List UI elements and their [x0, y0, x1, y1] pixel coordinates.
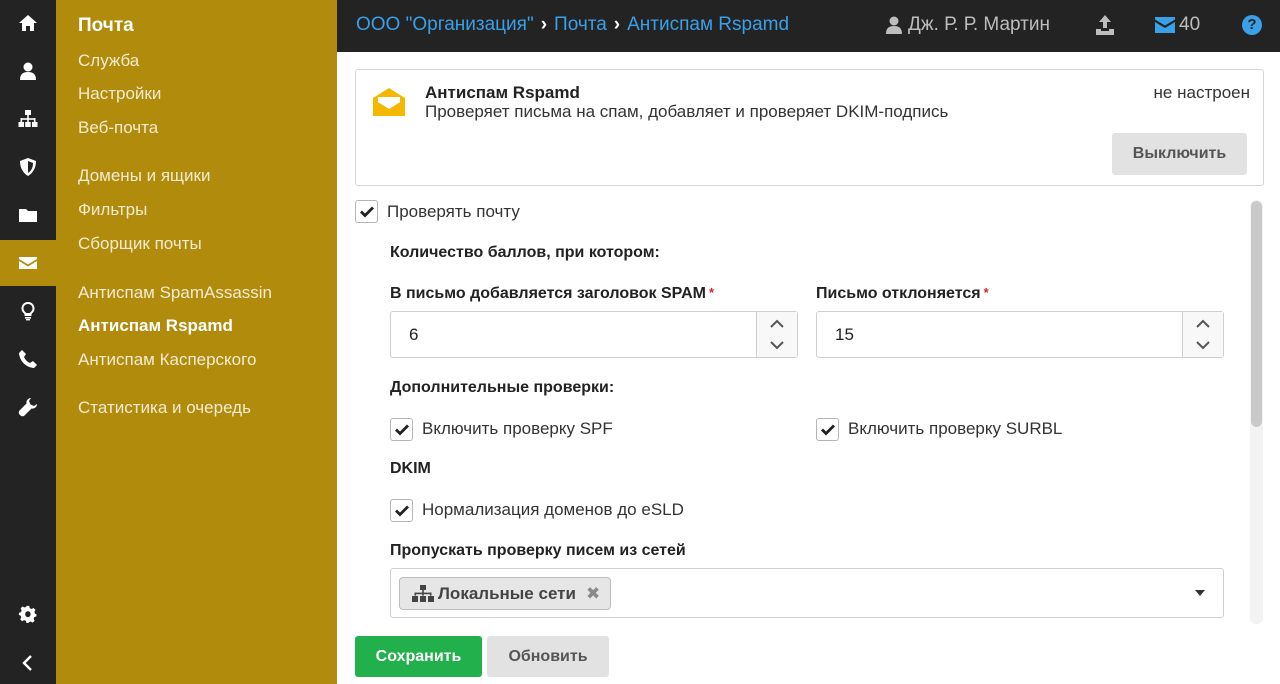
top-header: ООО "Организация" › Почта › Антиспам Rspamd … — [337, 0, 1280, 52]
module-description: Проверяет письма на спам, добавляет и пр… — [425, 102, 949, 121]
skip-networks-select[interactable]: Локальные сети ✖ — [390, 568, 1224, 618]
surbl-checkbox[interactable] — [816, 418, 839, 441]
breadcrumb-separator: › — [613, 14, 621, 35]
submenu-item-collector[interactable]: Сборщик почты — [78, 234, 202, 254]
check-mail-checkbox[interactable] — [355, 200, 378, 223]
rail-ideas[interactable] — [0, 288, 56, 334]
spam-header-label: В письмо добавляется заголовок SPAM * — [390, 285, 715, 302]
help-button[interactable]: ? — [1242, 15, 1262, 35]
user-icon — [20, 62, 36, 80]
rail-structure[interactable] — [0, 96, 56, 142]
network-tag-label: Локальные сети — [438, 583, 576, 603]
home-icon — [19, 15, 37, 31]
folder-icon — [19, 209, 37, 222]
reject-value: 15 — [835, 325, 854, 344]
dkim-heading: DKIM — [390, 460, 431, 477]
dropdown-caret-icon[interactable] — [1195, 590, 1205, 596]
submenu-item-filters[interactable]: Фильтры — [78, 200, 147, 220]
shield-icon — [20, 158, 36, 176]
submenu-item-settings[interactable]: Настройки — [78, 84, 161, 104]
spf-label[interactable]: Включить проверку SPF — [422, 419, 613, 439]
user-name: Дж. Р. Р. Мартин — [908, 14, 1050, 35]
save-button[interactable]: Сохранить — [355, 636, 482, 677]
rail-home[interactable] — [0, 0, 56, 46]
spf-checkbox[interactable] — [390, 418, 413, 441]
check-mail-label[interactable]: Проверять почту — [387, 202, 520, 222]
upload-icon — [1096, 15, 1114, 35]
wrench-icon — [18, 398, 37, 417]
rail-tools[interactable] — [0, 384, 56, 430]
mail-counter[interactable]: 40 — [1155, 14, 1200, 36]
spam-header-input[interactable]: 6 — [390, 311, 798, 358]
mail-submenu: Почта Служба Настройки Веб-почта Домены … — [56, 0, 337, 684]
submenu-item-domains[interactable]: Домены и ящики — [78, 166, 210, 186]
reject-input[interactable]: 15 — [816, 311, 1224, 358]
checkmark-icon — [360, 206, 374, 218]
breadcrumb-separator: › — [540, 14, 548, 35]
chevron-down-icon[interactable] — [1196, 340, 1210, 350]
submenu-item-webmail[interactable]: Веб-почта — [78, 118, 158, 138]
scrollbar-thumb[interactable] — [1251, 201, 1262, 427]
chevron-left-icon — [22, 655, 32, 671]
submenu-item-kaspersky[interactable]: Антиспам Касперского — [78, 350, 256, 370]
checkmark-icon — [395, 505, 409, 517]
open-envelope-icon — [373, 88, 405, 116]
reject-label: Письмо отклоняется * — [816, 285, 989, 302]
submenu-item-statistics[interactable]: Статистика и очередь — [78, 398, 251, 418]
rail-users[interactable] — [0, 48, 56, 94]
breadcrumb-rspamd[interactable]: Антиспам Rspamd — [627, 14, 789, 35]
upload-button[interactable] — [1094, 14, 1116, 36]
surbl-label[interactable]: Включить проверку SURBL — [848, 419, 1062, 439]
breadcrumb: ООО "Организация" › Почта › Антиспам Rspamd — [356, 14, 789, 36]
reject-stepper[interactable] — [1182, 312, 1223, 357]
remove-tag-icon[interactable]: ✖ — [586, 584, 600, 604]
submenu-item-rspamd[interactable]: Антиспам Rspamd — [78, 316, 233, 336]
mail-count: 40 — [1179, 14, 1201, 35]
esld-label[interactable]: Нормализация доменов до eSLD — [422, 500, 684, 520]
user-menu[interactable]: Дж. Р. Р. Мартин — [884, 14, 1050, 36]
breadcrumb-mail[interactable]: Почта — [554, 14, 607, 35]
submenu-item-spamassassin[interactable]: Антиспам SpamAssassin — [78, 283, 272, 303]
refresh-button[interactable]: Обновить — [487, 636, 609, 677]
score-heading: Количество баллов, при котором: — [390, 244, 660, 261]
submenu-item-service[interactable]: Служба — [78, 51, 139, 71]
icon-rail — [0, 0, 56, 684]
submenu-title[interactable]: Почта — [78, 15, 134, 37]
network-tag: Локальные сети ✖ — [399, 577, 612, 610]
chevron-down-icon[interactable] — [770, 340, 784, 350]
rail-telephony[interactable] — [0, 336, 56, 382]
rail-settings[interactable] — [0, 592, 56, 638]
breadcrumb-organization[interactable]: ООО "Организация" — [356, 14, 534, 35]
module-status: не настроен — [1153, 83, 1250, 102]
esld-checkbox[interactable] — [390, 499, 413, 522]
skip-networks-label: Пропускать проверку писем из сетей — [390, 542, 686, 559]
user-icon — [886, 16, 902, 34]
phone-icon — [19, 350, 37, 368]
disable-button[interactable]: Выключить — [1112, 133, 1247, 175]
checkmark-icon — [821, 424, 835, 436]
spam-header-stepper[interactable] — [756, 312, 797, 357]
chevron-up-icon[interactable] — [770, 319, 784, 329]
rail-collapse[interactable] — [0, 640, 56, 684]
spam-header-value: 6 — [409, 325, 419, 344]
chevron-up-icon[interactable] — [1196, 319, 1210, 329]
gear-icon — [18, 605, 37, 623]
rail-mail[interactable] — [0, 240, 56, 286]
envelope-icon — [19, 257, 37, 269]
checkmark-icon — [395, 424, 409, 436]
rail-security[interactable] — [0, 144, 56, 190]
envelope-icon — [1155, 17, 1175, 33]
rail-files[interactable] — [0, 192, 56, 238]
module-card: Антиспам Rspamd Проверяет письма на спам… — [355, 69, 1264, 186]
extra-checks-heading: Дополнительные проверки: — [390, 379, 615, 396]
sitemap-icon — [412, 584, 434, 603]
sitemap-icon — [18, 110, 38, 127]
lightbulb-icon — [21, 302, 35, 321]
module-name: Антиспам Rspamd — [425, 83, 580, 102]
